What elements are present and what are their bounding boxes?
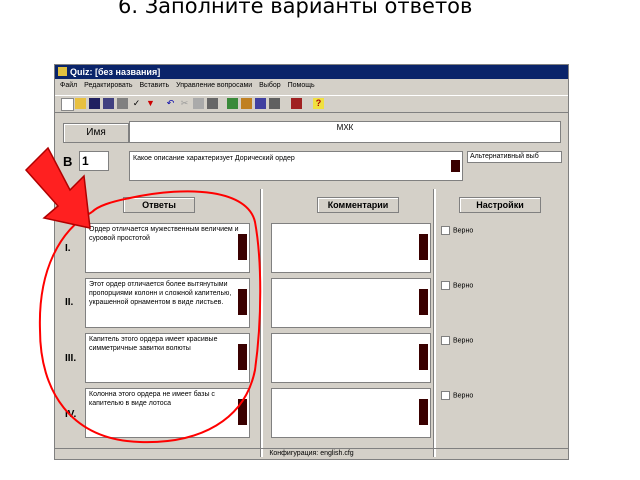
down-arrow-icon[interactable]: ▼ [145, 98, 156, 109]
menu-file[interactable]: Файл [60, 80, 77, 92]
panel-divider-right [433, 189, 436, 457]
comment-field[interactable] [271, 333, 431, 383]
chart-icon[interactable] [241, 98, 252, 109]
tools-icon[interactable] [269, 98, 280, 109]
answer-number: III. [65, 353, 77, 364]
menu-help[interactable]: Помощь [288, 80, 315, 92]
correct-checkbox[interactable]: Верно [441, 226, 473, 235]
answer-field[interactable]: Колонна этого ордера не имеет базы с кап… [85, 388, 250, 438]
correct-checkbox[interactable]: Верно [441, 391, 473, 400]
menu-edit[interactable]: Редактировать [84, 80, 132, 92]
comment-scrollbar[interactable] [419, 234, 428, 260]
paste-icon[interactable] [207, 98, 218, 109]
window-title: Quiz: [без названия] [70, 67, 161, 77]
app-icon [58, 67, 67, 76]
window-titlebar: Quiz: [без названия] [55, 65, 568, 79]
print-icon[interactable] [117, 98, 128, 109]
question-type-select[interactable]: Альтернативный выб [467, 151, 562, 163]
answer-number: IV. [65, 409, 77, 420]
quiz-editor-window: Quiz: [без названия] Файл Редактировать … [54, 64, 569, 460]
save-icon[interactable] [89, 98, 100, 109]
tab-answers[interactable]: Ответы [123, 197, 195, 213]
answer-scrollbar[interactable] [238, 234, 247, 260]
answer-field[interactable]: Капитель этого ордера имеет красивые сим… [85, 333, 250, 383]
open-icon[interactable] [75, 98, 86, 109]
answer-number: II. [65, 297, 74, 308]
copy-icon[interactable] [193, 98, 204, 109]
answer-text: Капитель этого ордера имеет красивые сим… [89, 336, 218, 352]
checkbox-label: Верно [453, 337, 474, 345]
people-icon[interactable] [255, 98, 266, 109]
name-field[interactable]: МХК [129, 121, 561, 143]
save-as-icon[interactable] [103, 98, 114, 109]
correct-checkbox[interactable]: Верно [441, 336, 473, 345]
checkbox-box[interactable] [441, 281, 450, 290]
comment-scrollbar[interactable] [419, 289, 428, 315]
table-icon[interactable] [227, 98, 238, 109]
menu-questions[interactable]: Управление вопросами [176, 80, 252, 92]
correct-checkbox[interactable]: Верно [441, 281, 473, 290]
answer-field[interactable]: Этот ордер отличается более вытянутыми п… [85, 278, 250, 328]
question-text: Какое описание характеризует Дорический … [133, 155, 295, 162]
answer-text: Ордер отличается мужественным величием и… [89, 226, 239, 242]
checkbox-box[interactable] [441, 226, 450, 235]
tab-settings[interactable]: Настройки [459, 197, 541, 213]
comment-field[interactable] [271, 223, 431, 273]
checkbox-label: Верно [453, 227, 474, 235]
help-icon[interactable]: ? [313, 98, 324, 109]
statusbar: Конфигурация: english.cfg [55, 448, 568, 459]
question-type-value: Альтернативный выб [470, 153, 539, 160]
window-icon[interactable] [291, 98, 302, 109]
name-label: Имя [63, 123, 129, 143]
checkbox-label: Верно [453, 392, 474, 400]
toolbar: ✓ ▼ ↶ ✂ ? [55, 95, 568, 113]
checkbox-label: Верно [453, 282, 474, 290]
menu-select[interactable]: Выбор [259, 80, 281, 92]
slide-title: 6. Заполните варианты ответов [118, 0, 473, 18]
answer-text: Колонна этого ордера не имеет базы с кап… [89, 391, 215, 407]
question-number-spinner[interactable]: 1 [79, 151, 109, 171]
new-icon[interactable] [61, 98, 74, 111]
menu-insert[interactable]: Вставить [139, 80, 169, 92]
menubar: Файл Редактировать Вставить Управление в… [55, 80, 568, 92]
question-label: В [63, 154, 73, 169]
panel-divider-left [260, 189, 263, 457]
answer-number: I. [65, 243, 71, 254]
check-icon[interactable]: ✓ [131, 98, 142, 109]
question-text-field[interactable]: Какое описание характеризует Дорический … [129, 151, 463, 181]
cut-icon[interactable]: ✂ [179, 98, 190, 109]
answer-scrollbar[interactable] [238, 399, 247, 425]
comment-scrollbar[interactable] [419, 399, 428, 425]
answer-text: Этот ордер отличается более вытянутыми п… [89, 281, 232, 306]
answer-field[interactable]: Ордер отличается мужественным величием и… [85, 223, 250, 273]
comment-field[interactable] [271, 278, 431, 328]
comment-scrollbar[interactable] [419, 344, 428, 370]
answer-scrollbar[interactable] [238, 289, 247, 315]
checkbox-box[interactable] [441, 336, 450, 345]
question-scrollbar[interactable] [451, 160, 460, 172]
answer-scrollbar[interactable] [238, 344, 247, 370]
checkbox-box[interactable] [441, 391, 450, 400]
comment-field[interactable] [271, 388, 431, 438]
back-icon[interactable]: ↶ [165, 98, 176, 109]
tab-comments[interactable]: Комментарии [317, 197, 399, 213]
